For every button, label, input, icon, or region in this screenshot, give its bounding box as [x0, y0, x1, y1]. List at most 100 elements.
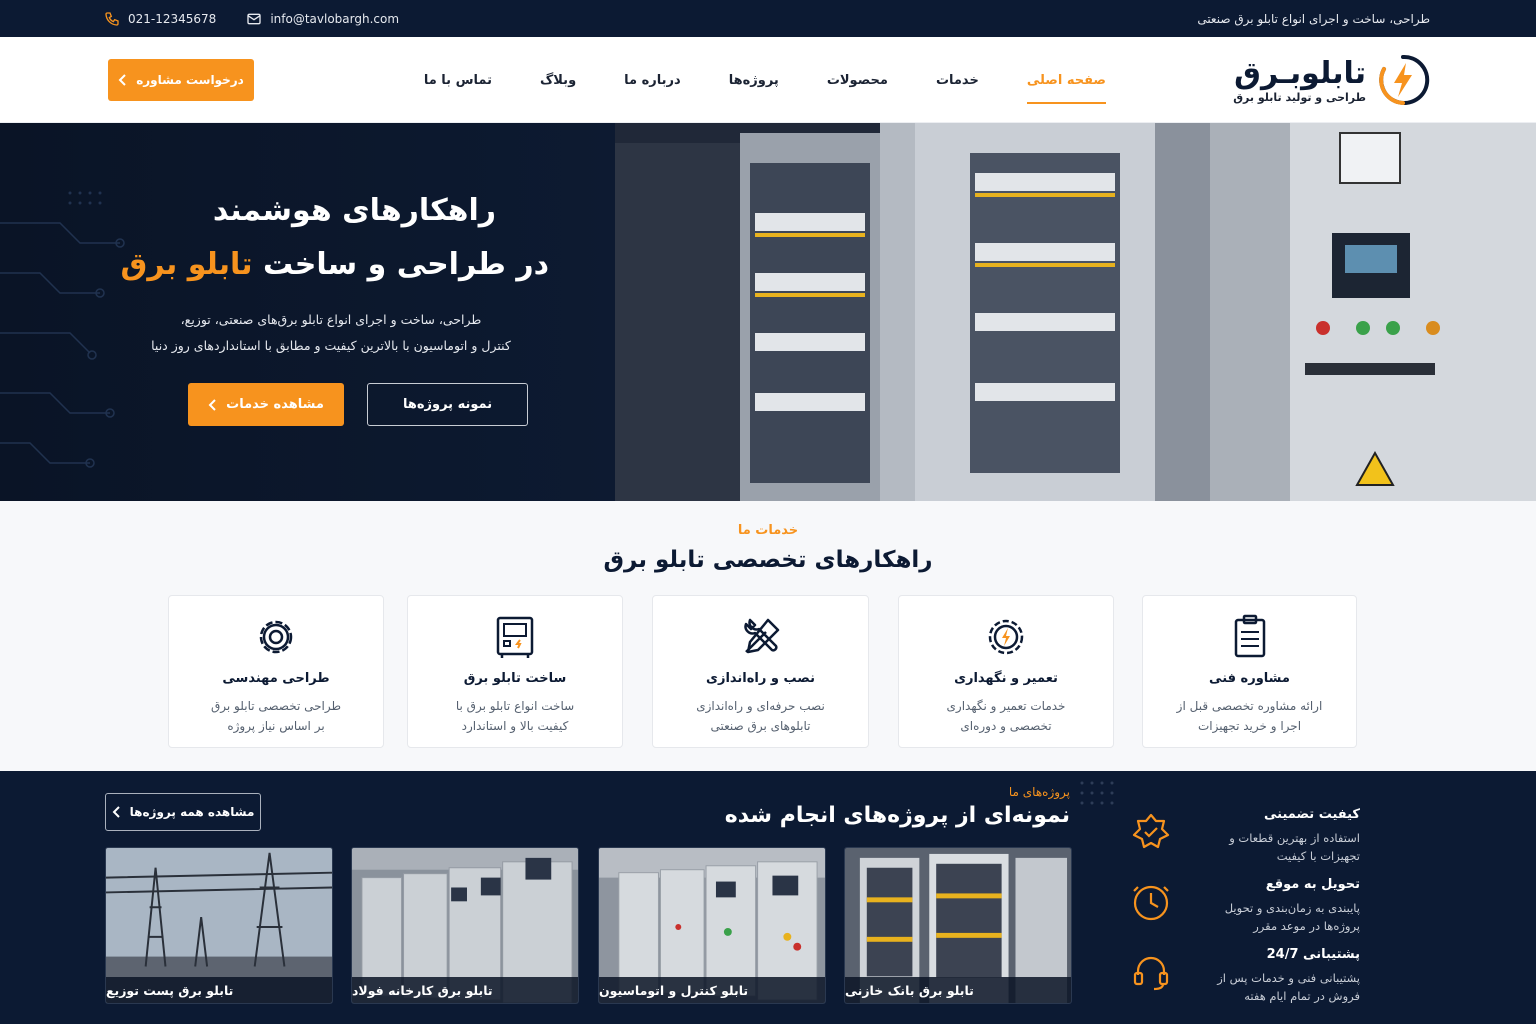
service-desc: ارائه مشاوره تخصصی قبل از اجرا و خرید تج…: [1163, 696, 1336, 736]
projects-heading: نمونه‌ای از پروژه‌های انجام شده: [724, 803, 1070, 828]
service-desc: طراحی تخصصی تابلو برق بر اساس نیاز پروژه: [189, 696, 363, 736]
project-card-capacitor-bank[interactable]: تابلو برق بانک خازنی: [844, 847, 1072, 1004]
headset-icon: [1133, 956, 1169, 991]
hero-description: طراحی، ساخت و اجرای انواع تابلو برق‌های …: [121, 307, 541, 359]
view-services-label: مشاهده خدمات: [226, 397, 324, 412]
chevron-left-icon: [112, 806, 120, 818]
clipboard-icon: [1234, 614, 1265, 658]
service-desc-line2: تخصصی و دوره‌ای: [960, 719, 1052, 733]
service-desc-line2: کیفیت بالا و استاندارد: [461, 719, 569, 733]
top-bar: 021-12345678 info@tavlobargh.com طراحی، …: [0, 0, 1536, 37]
view-all-projects-label: مشاهده همه پروژه‌ها: [129, 805, 255, 819]
hero-title-prefix: در طراحی و ساخت: [263, 247, 549, 282]
sample-projects-button[interactable]: نمونه پروژه‌ها: [367, 383, 528, 426]
hero-desc-line2: کنترل و اتوماسیون با بالاترین کیفیت و مط…: [151, 338, 511, 353]
logo-text: تابلوبـرق طراحی و تولید تابلو برق: [1233, 55, 1366, 104]
phone-icon: [105, 11, 119, 26]
service-card-installation[interactable]: نصب و راه‌اندازی نصب حرفه‌ای و راه‌انداز…: [652, 595, 869, 748]
services-heading: راهکارهای تخصصی تابلو برق: [603, 547, 933, 573]
service-desc-line1: طراحی تخصصی تابلو برق: [210, 699, 342, 713]
top-tagline: طراحی، ساخت و اجرای انواع تابلو برق صنعت…: [1197, 11, 1430, 26]
view-services-button[interactable]: مشاهده خدمات: [188, 383, 344, 426]
email-link[interactable]: info@tavlobargh.com: [246, 11, 399, 27]
project-label: تابلو برق بانک خازنی: [845, 977, 1071, 1003]
service-title: مشاوره فنی: [1209, 671, 1290, 686]
phone-number: 021-12345678: [128, 11, 217, 26]
service-desc-line2: اجرا و خرید تجهیزات: [1197, 719, 1302, 733]
circuit-pattern: [0, 191, 125, 468]
service-desc-line1: ارائه مشاوره تخصصی قبل از: [1176, 699, 1323, 713]
nav-projects[interactable]: پروژه‌ها: [729, 65, 779, 96]
dot-pattern: [1080, 781, 1114, 805]
service-desc-line1: خدمات تعمیر و نگهداری: [946, 699, 1066, 713]
service-title: نصب و راه‌اندازی: [706, 671, 815, 686]
gear-icon: [259, 620, 293, 654]
feature-title: پشتیبانی 24/7: [1266, 947, 1360, 962]
nav-services[interactable]: خدمات: [936, 65, 979, 96]
projects-section: پروژه‌های ما نمونه‌ای از پروژه‌های انجام…: [0, 771, 1536, 1024]
hero-title-line1: راهکارهای هوشمند: [212, 193, 496, 228]
clock-icon: [1133, 885, 1169, 921]
panel-icon: [496, 616, 534, 658]
service-desc: خدمات تعمیر و نگهداری تخصصی و دوره‌ای: [919, 696, 1093, 736]
feature-on-time: تحویل به موقع پایبندی به زمان‌بندی و تحو…: [1130, 877, 1360, 937]
logo-subtitle: طراحی و تولید تابلو برق: [1233, 90, 1366, 104]
consultation-button-label: درخواست مشاوره: [136, 73, 244, 87]
hero-desc-line1: طراحی، ساخت و اجرای انواع تابلو برق‌های …: [180, 312, 482, 327]
project-card-control-automation[interactable]: تابلو کنترل و اتوماسیون: [598, 847, 826, 1004]
nav-contact[interactable]: تماس با ما: [424, 65, 492, 96]
quality-badge-icon: [1132, 813, 1170, 849]
nav-about[interactable]: درباره ما: [624, 65, 681, 96]
projects-kicker: پروژه‌های ما: [1008, 785, 1070, 799]
nav-blog[interactable]: وبلاگ: [540, 65, 576, 96]
project-label: تابلو برق کارخانه فولاد: [352, 977, 578, 1003]
logo-brand: تابلوبـرق: [1234, 55, 1366, 91]
project-label: تابلو برق پست توزیع: [106, 977, 332, 1003]
service-desc-line2: بر اساس نیاز پروژه: [227, 719, 325, 733]
feature-desc: پشتیبانی فنی و خدمات پس از فروش در تمام …: [1217, 971, 1360, 1003]
feature-desc: پایبندی به زمان‌بندی و تحویل پروژه‌ها در…: [1224, 901, 1360, 933]
service-title: ساخت تابلو برق: [463, 671, 567, 686]
feature-title: کیفیت تضمینی: [1264, 807, 1360, 822]
email-address: info@tavlobargh.com: [270, 11, 400, 26]
mail-icon: [247, 13, 261, 24]
feature-desc: استفاده از بهترین قطعات و تجهیزات با کیف…: [1229, 831, 1360, 863]
chevron-left-icon: [208, 398, 216, 411]
service-title: طراحی مهندسی: [222, 671, 330, 686]
service-desc: ساخت انواع تابلو برق با کیفیت بالا و است…: [428, 696, 602, 736]
services-section: خدمات ما راهکارهای تخصصی تابلو برق مشاور…: [0, 501, 1536, 771]
service-card-consulting[interactable]: مشاوره فنی ارائه مشاوره تخصصی قبل از اجر…: [1142, 595, 1357, 748]
tools-icon: [743, 618, 779, 654]
hero-panel-image: [615, 123, 1536, 501]
nav-home[interactable]: صفحه اصلی: [1026, 65, 1107, 104]
feature-quality: کیفیت تضمینی استفاده از بهترین قطعات و ت…: [1130, 807, 1360, 867]
feature-support: پشتیبانی 24/7 پشتیبانی فنی و خدمات پس از…: [1130, 947, 1360, 1007]
gear-bolt-icon: [988, 619, 1024, 655]
service-desc-line2: تابلوهای برق صنعتی: [710, 719, 811, 733]
service-card-fabrication[interactable]: ساخت تابلو برق ساخت انواع تابلو برق با ک…: [407, 595, 623, 748]
hero-title-line2: در طراحی و ساخت تابلو برق: [121, 247, 549, 282]
service-title: تعمیر و نگهداری: [954, 671, 1058, 686]
service-card-maintenance[interactable]: تعمیر و نگهداری خدمات تعمیر و نگهداری تخ…: [898, 595, 1114, 748]
chevron-left-icon: [118, 74, 126, 86]
phone-link[interactable]: 021-12345678: [104, 11, 216, 27]
site-logo[interactable]: تابلوبـرق طراحی و تولید تابلو برق: [1233, 49, 1430, 111]
nav-products[interactable]: محصولات: [827, 65, 888, 96]
project-card-steel-factory[interactable]: تابلو برق کارخانه فولاد: [351, 847, 579, 1004]
hero-section: راهکارهای هوشمند در طراحی و ساخت تابلو ب…: [0, 123, 1536, 501]
consultation-button[interactable]: درخواست مشاوره: [108, 59, 254, 101]
project-card-distribution-substation[interactable]: تابلو برق پست توزیع: [105, 847, 333, 1004]
lightning-logo-icon: [1379, 54, 1430, 105]
feature-title: تحویل به موقع: [1265, 877, 1360, 892]
contact-info: 021-12345678 info@tavlobargh.com: [104, 0, 399, 37]
view-all-projects-button[interactable]: مشاهده همه پروژه‌ها: [105, 793, 261, 831]
service-desc-line1: ساخت انواع تابلو برق با: [455, 699, 575, 713]
service-card-engineering[interactable]: طراحی مهندسی طراحی تخصصی تابلو برق بر اس…: [168, 595, 384, 748]
main-nav: صفحه اصلی خدمات محصولات پروژه‌ها درباره …: [424, 37, 1107, 123]
service-desc: نصب حرفه‌ای و راه‌اندازی تابلوهای برق صن…: [673, 696, 848, 736]
services-kicker: خدمات ما: [737, 523, 799, 538]
main-header: درخواست مشاوره صفحه اصلی خدمات محصولات پ…: [0, 37, 1536, 123]
service-desc-line1: نصب حرفه‌ای و راه‌اندازی: [696, 699, 825, 713]
hero-title-highlight: تابلو برق: [120, 247, 253, 282]
project-label: تابلو کنترل و اتوماسیون: [599, 977, 825, 1003]
